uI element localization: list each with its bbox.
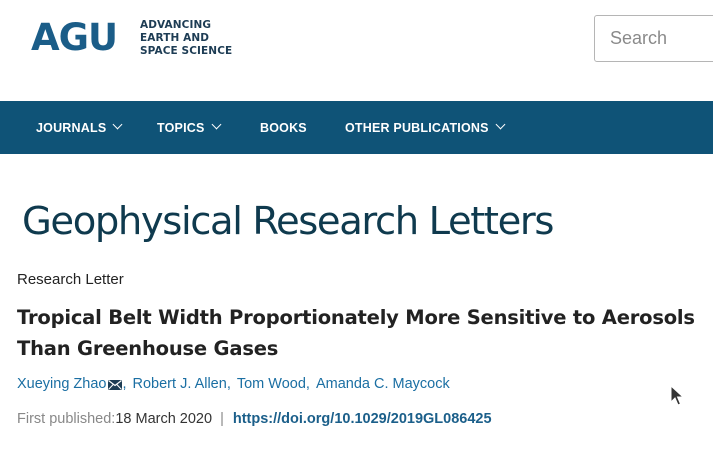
author-link[interactable]: Tom Wood <box>237 376 306 392</box>
logo-tagline: ADVANCING EARTH AND SPACE SCIENCE <box>140 19 232 58</box>
nav-item-label: OTHER PUBLICATIONS <box>345 120 489 135</box>
nav-item-other-publications[interactable]: OTHER PUBLICATIONS <box>345 101 506 154</box>
author-link[interactable]: Amanda C. Maycock <box>316 376 450 392</box>
first-published-date: 18 March 2020 <box>115 411 213 427</box>
author-separator: , <box>122 376 127 392</box>
main-nav: JOURNALS TOPICS BOOKS OTHER PUBLICATIONS <box>0 101 713 154</box>
divider: | <box>220 411 224 427</box>
logo-tagline-line: EARTH AND <box>140 32 210 44</box>
article-type: Research Letter <box>17 271 124 288</box>
mouse-cursor-icon <box>670 385 684 406</box>
article-title: Tropical Belt Width Proportionately More… <box>17 306 695 360</box>
logo-tagline-line: SPACE SCIENCE <box>140 45 233 57</box>
nav-item-label: BOOKS <box>260 120 307 135</box>
search-box[interactable] <box>594 15 713 62</box>
nav-item-label: TOPICS <box>157 120 205 135</box>
nav-item-journals[interactable]: JOURNALS <box>36 101 123 154</box>
author-link[interactable]: Xueying Zhao <box>17 376 106 392</box>
search-input[interactable] <box>610 16 713 61</box>
chevron-down-icon <box>112 119 123 130</box>
nav-item-books[interactable]: BOOKS <box>260 101 307 154</box>
chevron-down-icon <box>211 119 221 130</box>
author-link[interactable]: Robert J. Allen <box>133 376 227 392</box>
doi-link[interactable]: https://doi.org/10.1029/2019GL086425 <box>233 411 492 427</box>
agu-logo[interactable]: AGU ADVANCING EARTH AND SPACE SCIENCE <box>31 16 232 62</box>
nav-item-topics[interactable]: TOPICS <box>157 101 221 154</box>
author-separator: , <box>226 376 231 392</box>
first-published-label: First published: <box>17 411 116 427</box>
email-icon[interactable] <box>108 380 123 390</box>
nav-item-label: JOURNALS <box>36 120 107 135</box>
chevron-down-icon <box>495 119 506 130</box>
journal-title[interactable]: Geophysical Research Letters <box>22 196 554 248</box>
author-list: Xueying Zhao , Robert J. Allen , Tom Woo… <box>17 376 450 392</box>
logo-mark: AGU <box>31 16 118 59</box>
author-separator: , <box>305 376 310 392</box>
logo-tagline-line: ADVANCING <box>140 19 212 31</box>
publication-info: First published: 18 March 2020 | https:/… <box>17 411 492 427</box>
